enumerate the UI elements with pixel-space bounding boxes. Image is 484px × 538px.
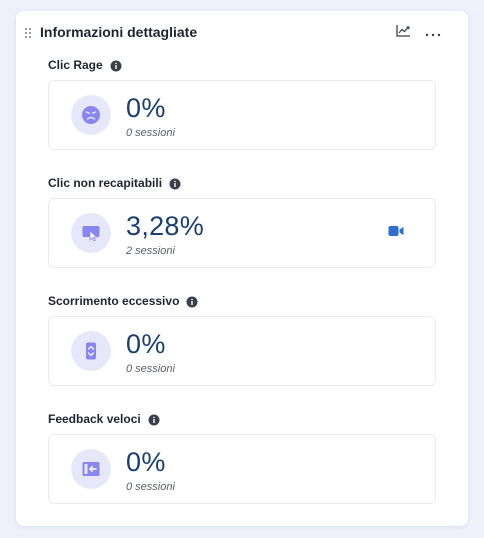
info-icon[interactable] bbox=[186, 295, 198, 308]
metric-value: 0% bbox=[126, 93, 166, 123]
section-label-row: Clic non recapitabili bbox=[48, 174, 181, 192]
metric-value: 3,28% bbox=[126, 211, 205, 241]
video-camera-icon bbox=[388, 224, 404, 242]
metric-sessions: 0 sessioni bbox=[126, 127, 175, 139]
feedback-icon bbox=[71, 449, 111, 489]
section-label-row: Scorrimento eccessivo bbox=[48, 292, 198, 310]
panel-header: Informazioni dettagliate bbox=[16, 11, 468, 55]
metric-card[interactable]: 0% 0 sessioni bbox=[48, 434, 436, 504]
info-icon[interactable] bbox=[169, 177, 181, 190]
section-label: Scorrimento eccessivo bbox=[48, 294, 180, 308]
video-recording-button[interactable] bbox=[387, 225, 405, 241]
info-icon[interactable] bbox=[148, 413, 160, 426]
metric-card[interactable]: 0% 0 sessioni bbox=[48, 80, 436, 150]
chart-button[interactable] bbox=[392, 22, 414, 44]
more-options-button[interactable] bbox=[422, 22, 444, 44]
scroll-icon bbox=[71, 331, 111, 371]
section-label-row: Clic Rage bbox=[48, 56, 122, 74]
more-icon bbox=[425, 24, 441, 42]
section-label: Feedback veloci bbox=[48, 412, 141, 426]
insights-panel: Informazioni dettagliate Clic Rage 0% 0 … bbox=[16, 11, 468, 526]
angry-face-icon bbox=[71, 95, 111, 135]
metric-value: 0% bbox=[126, 329, 166, 359]
info-icon[interactable] bbox=[110, 59, 122, 72]
metric-card[interactable]: 3,28% 2 sessioni bbox=[48, 198, 436, 268]
section-label: Clic non recapitabili bbox=[48, 176, 163, 190]
panel-title: Informazioni dettagliate bbox=[40, 24, 198, 40]
metric-sessions: 0 sessioni bbox=[126, 481, 175, 493]
metric-sessions: 2 sessioni bbox=[126, 245, 175, 257]
section-label-row: Feedback veloci bbox=[48, 410, 160, 428]
metric-value: 0% bbox=[126, 447, 166, 477]
metric-card[interactable]: 0% 0 sessioni bbox=[48, 316, 436, 386]
trend-chart-icon bbox=[395, 24, 411, 42]
metric-sessions: 0 sessioni bbox=[126, 363, 175, 375]
dead-click-icon bbox=[71, 213, 111, 253]
drag-handle-icon[interactable] bbox=[24, 26, 32, 39]
section-label: Clic Rage bbox=[48, 58, 103, 72]
